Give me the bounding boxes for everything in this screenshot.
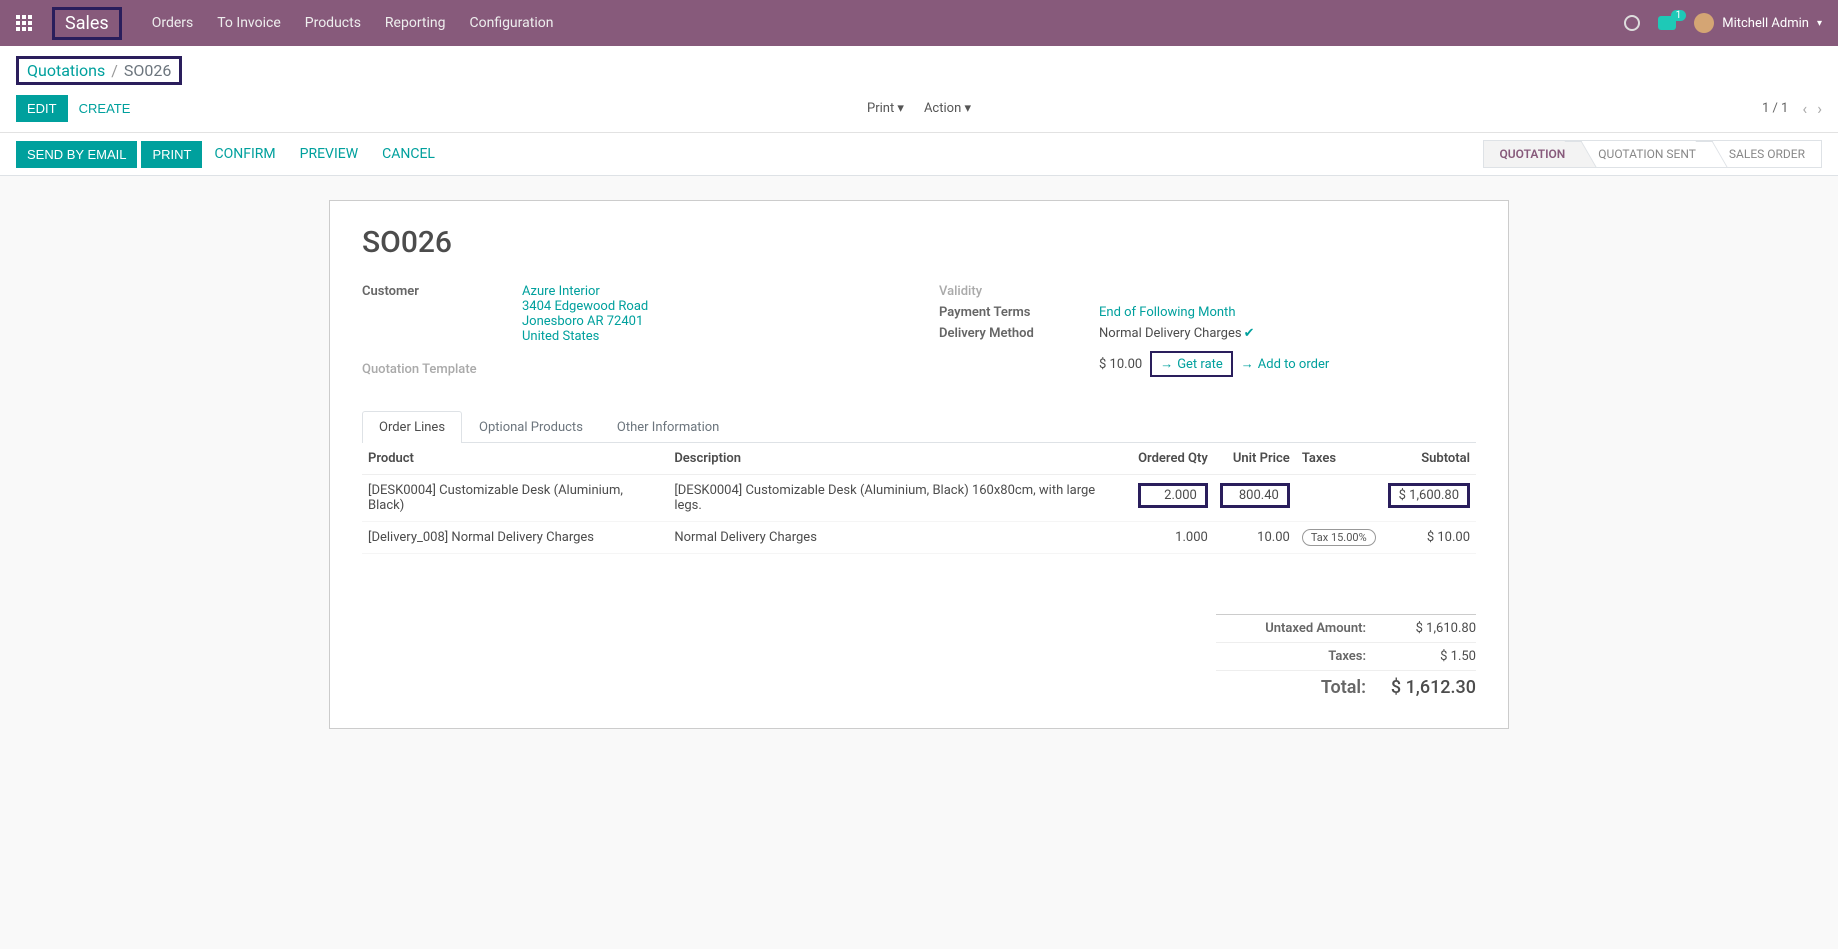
- table-row[interactable]: [Delivery_008] Normal Delivery Charges N…: [362, 522, 1476, 554]
- table-row[interactable]: [DESK0004] Customizable Desk (Aluminium,…: [362, 475, 1476, 522]
- create-button[interactable]: CREATE: [68, 95, 142, 122]
- pager: 1 / 1: [1762, 101, 1788, 116]
- cell-qty: 1.000: [1132, 522, 1214, 554]
- top-menu: Orders To Invoice Products Reporting Con…: [152, 15, 554, 31]
- edit-button[interactable]: EDIT: [16, 95, 68, 122]
- cell-product: [Delivery_008] Normal Delivery Charges: [362, 522, 668, 554]
- label-customer: Customer: [362, 284, 522, 344]
- user-name: Mitchell Admin: [1722, 16, 1809, 31]
- get-rate-button[interactable]: →Get rate: [1150, 351, 1233, 377]
- add-to-order-button[interactable]: →Add to order: [1241, 356, 1329, 372]
- field-customer[interactable]: Azure Interior 3404 Edgewood Road Jonesb…: [522, 284, 899, 344]
- tab-order-lines[interactable]: Order Lines: [362, 411, 462, 443]
- col-product[interactable]: Product: [362, 443, 668, 475]
- cell-subtotal: $ 10.00: [1382, 522, 1476, 554]
- avatar: [1694, 13, 1714, 33]
- col-taxes[interactable]: Taxes: [1296, 443, 1382, 475]
- status-quotation-sent[interactable]: QUOTATION SENT: [1581, 140, 1713, 168]
- status-quotation[interactable]: QUOTATION: [1483, 140, 1583, 168]
- tax-pill: Tax 15.00%: [1302, 529, 1376, 546]
- col-qty[interactable]: Ordered Qty: [1132, 443, 1214, 475]
- order-lines-table: Product Description Ordered Qty Unit Pri…: [362, 443, 1476, 554]
- print-dropdown[interactable]: Print ▾: [867, 101, 904, 116]
- top-nav: Sales Orders To Invoice Products Reporti…: [0, 0, 1838, 46]
- chat-badge: 1: [1671, 10, 1687, 21]
- pager-prev-icon[interactable]: ‹: [1802, 99, 1807, 118]
- col-subtotal[interactable]: Subtotal: [1382, 443, 1476, 475]
- breadcrumb: Quotations / SO026: [16, 56, 182, 85]
- label-total: Total:: [1216, 677, 1366, 698]
- record-name: SO026: [362, 225, 1476, 260]
- label-quotation-template: Quotation Template: [362, 362, 522, 377]
- menu-configuration[interactable]: Configuration: [469, 15, 553, 31]
- user-menu[interactable]: Mitchell Admin ▾: [1694, 13, 1822, 33]
- field-validity[interactable]: [1099, 284, 1476, 299]
- breadcrumb-current: SO026: [124, 61, 171, 80]
- field-quotation-template[interactable]: [522, 362, 899, 377]
- val-untaxed: $ 1,610.80: [1386, 621, 1476, 636]
- field-delivery-method[interactable]: Normal Delivery Charges✔: [1099, 326, 1476, 341]
- menu-products[interactable]: Products: [305, 15, 361, 31]
- cell-subtotal: $ 1,600.80: [1382, 475, 1476, 522]
- pager-next-icon[interactable]: ›: [1817, 99, 1822, 118]
- val-total: $ 1,612.30: [1386, 677, 1476, 698]
- status-sales-order[interactable]: SALES ORDER: [1712, 140, 1822, 168]
- menu-orders[interactable]: Orders: [152, 15, 194, 31]
- menu-reporting[interactable]: Reporting: [385, 15, 446, 31]
- cell-description: Normal Delivery Charges: [668, 522, 1131, 554]
- label-untaxed: Untaxed Amount:: [1216, 621, 1366, 636]
- cell-product: [DESK0004] Customizable Desk (Aluminium,…: [362, 475, 668, 522]
- cancel-button[interactable]: CANCEL: [382, 146, 435, 162]
- cell-taxes: [1296, 475, 1382, 522]
- val-taxes: $ 1.50: [1386, 649, 1476, 664]
- preview-button[interactable]: PREVIEW: [300, 146, 359, 162]
- breadcrumb-parent[interactable]: Quotations: [27, 61, 105, 80]
- label-taxes: Taxes:: [1216, 649, 1366, 664]
- cell-taxes: Tax 15.00%: [1296, 522, 1382, 554]
- delivery-price: $ 10.00: [1099, 357, 1142, 372]
- arrow-right-icon: →: [1241, 356, 1254, 372]
- cell-unit-price: 10.00: [1214, 522, 1296, 554]
- cell-qty: 2.000: [1132, 475, 1214, 522]
- tabs: Order Lines Optional Products Other Info…: [362, 411, 1476, 443]
- label-validity: Validity: [939, 284, 1099, 299]
- app-brand[interactable]: Sales: [52, 7, 122, 40]
- field-payment-terms[interactable]: End of Following Month: [1099, 305, 1476, 320]
- label-payment-terms: Payment Terms: [939, 305, 1099, 320]
- form-sheet: SO026 Customer Azure Interior 3404 Edgew…: [329, 200, 1509, 729]
- activity-icon[interactable]: [1624, 15, 1640, 31]
- totals: Untaxed Amount: $ 1,610.80 Taxes: $ 1.50…: [1216, 614, 1476, 704]
- cell-unit-price: 800.40: [1214, 475, 1296, 522]
- arrow-right-icon: →: [1160, 356, 1173, 372]
- send-by-email-button[interactable]: SEND BY EMAIL: [16, 141, 137, 168]
- print-button[interactable]: PRINT: [141, 141, 202, 168]
- check-icon: ✔: [1244, 326, 1255, 341]
- col-description[interactable]: Description: [668, 443, 1131, 475]
- confirm-button[interactable]: CONFIRM: [214, 146, 275, 162]
- messaging-icon[interactable]: 1: [1658, 16, 1676, 30]
- cell-description: [DESK0004] Customizable Desk (Aluminium,…: [668, 475, 1131, 522]
- apps-icon[interactable]: [16, 15, 32, 31]
- tab-optional-products[interactable]: Optional Products: [462, 411, 600, 443]
- col-unit-price[interactable]: Unit Price: [1214, 443, 1296, 475]
- caret-down-icon: ▾: [1817, 18, 1822, 29]
- action-dropdown[interactable]: Action ▾: [924, 101, 971, 116]
- menu-to-invoice[interactable]: To Invoice: [217, 15, 281, 31]
- label-delivery-method: Delivery Method: [939, 326, 1099, 341]
- tab-other-information[interactable]: Other Information: [600, 411, 736, 443]
- status-bar: QUOTATION QUOTATION SENT SALES ORDER: [1484, 140, 1822, 168]
